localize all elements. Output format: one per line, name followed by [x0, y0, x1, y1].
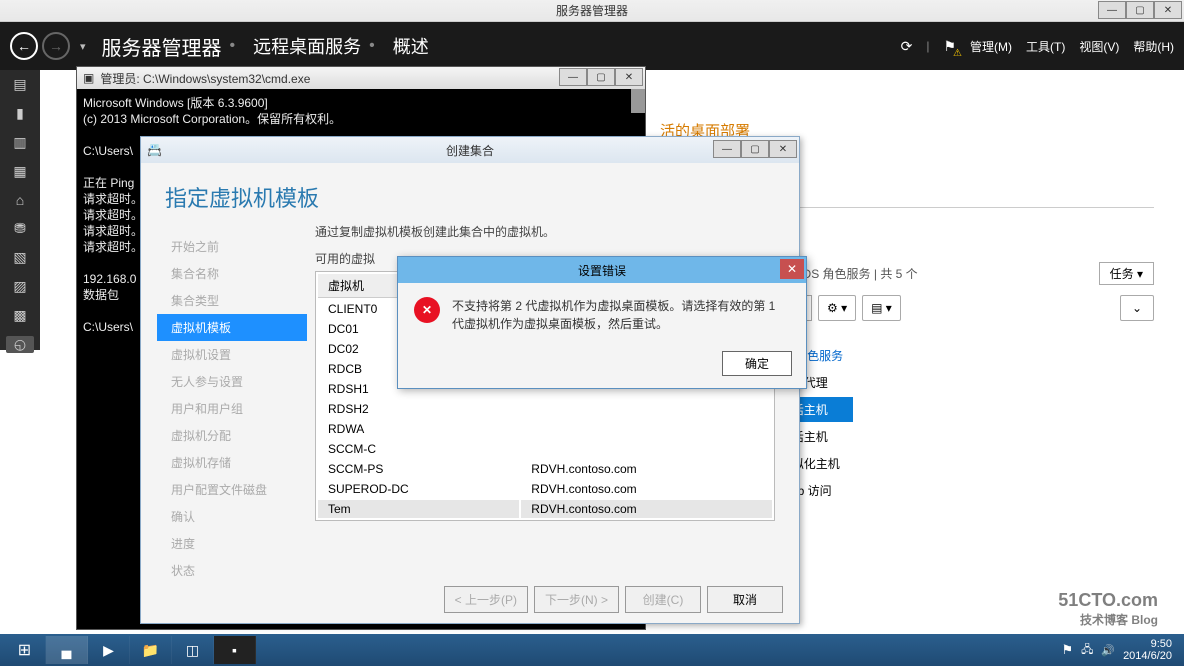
cmd-maximize-button[interactable]: ▢	[587, 68, 615, 86]
taskbar-server-manager[interactable]: ▄	[46, 636, 88, 664]
wizard-step[interactable]: 用户配置文件磁盘	[157, 476, 307, 503]
rail-dashboard-icon[interactable]: ▤	[13, 76, 26, 93]
wizard-step[interactable]: 状态	[157, 557, 307, 584]
vm-row[interactable]: TemRDVH.contoso.com	[318, 500, 772, 518]
vm-row[interactable]: RDWA	[318, 420, 772, 438]
wizard-step[interactable]: 虚拟机设置	[157, 341, 307, 368]
breadcrumb-sep: •	[230, 37, 236, 55]
tray-time: 9:50	[1123, 638, 1172, 650]
filter-dropdown-2[interactable]: ▤ ▾	[862, 295, 901, 321]
cmd-scrollbar-thumb[interactable]	[631, 89, 645, 113]
rail-storage-icon[interactable]: ⛃	[14, 220, 26, 237]
tray-date: 2014/6/20	[1123, 650, 1172, 662]
start-button[interactable]: ⊞	[4, 636, 46, 664]
taskbar-app[interactable]: ◫	[172, 636, 214, 664]
breadcrumb-page[interactable]: 概述	[393, 33, 429, 59]
wizard-title: 创建集合	[446, 142, 494, 159]
nav-back-button[interactable]: ←	[10, 32, 38, 60]
wizard-cancel-button[interactable]: 取消	[707, 586, 783, 613]
wizard-step[interactable]: 虚拟机模板	[157, 314, 307, 341]
cmd-title: 管理员: C:\Windows\system32\cmd.exe	[100, 70, 310, 87]
tray-sound-icon[interactable]: 🔊	[1101, 644, 1115, 657]
rail-rds-icon[interactable]: ▩	[13, 307, 26, 324]
app-window-title: 服务器管理器	[556, 2, 628, 19]
wizard-step-nav: 开始之前集合名称集合类型虚拟机模板虚拟机设置无人参与设置用户和用户组虚拟机分配虚…	[157, 223, 307, 583]
cmd-minimize-button[interactable]: —	[559, 68, 587, 86]
wizard-step[interactable]: 虚拟机存储	[157, 449, 307, 476]
rail-file-services-icon[interactable]: ▦	[13, 163, 26, 180]
error-close-button[interactable]: ✕	[780, 259, 804, 279]
wizard-heading: 指定虚拟机模板	[141, 163, 799, 223]
menu-tools[interactable]: 工具(T)	[1026, 38, 1065, 55]
vm-row[interactable]: SUPEROD-DCRDVH.contoso.com	[318, 480, 772, 498]
wizard-step[interactable]: 无人参与设置	[157, 368, 307, 395]
window-minimize-button[interactable]: —	[1098, 1, 1126, 19]
taskbar-explorer[interactable]: 📁	[130, 636, 172, 664]
wizard-step[interactable]: 确认	[157, 503, 307, 530]
wizard-titlebar[interactable]: 📇 创建集合 — ▢ ✕	[141, 137, 799, 163]
rail-hyperv-icon[interactable]: ▧	[13, 249, 26, 266]
nav-dropdown-icon[interactable]: ▾	[80, 40, 86, 53]
tray-flag-icon[interactable]: ⚑	[1061, 642, 1073, 658]
nav-forward-button[interactable]: →	[42, 32, 70, 60]
tasks-dropdown[interactable]: 任务 ▾	[1099, 262, 1154, 285]
rail-local-server-icon[interactable]: ▮	[16, 105, 24, 122]
error-dialog: 设置错误 ✕ ✕ 不支持将第 2 代虚拟机作为虚拟桌面模板。请选择有效的第 1 …	[397, 256, 807, 389]
taskbar: ⊞ ▄ ▶ 📁 ◫ ▪ ⚑ 🖧 🔊 9:50 2014/6/20	[0, 634, 1184, 666]
wizard-minimize-button[interactable]: —	[713, 140, 741, 158]
system-tray[interactable]: ⚑ 🖧 🔊 9:50 2014/6/20	[1061, 638, 1180, 662]
wizard-step[interactable]: 进度	[157, 530, 307, 557]
app-window-titlebar: 服务器管理器 — ▢ ✕	[0, 0, 1184, 22]
wizard-maximize-button[interactable]: ▢	[741, 140, 769, 158]
vm-row[interactable]: SCCM-PSRDVH.contoso.com	[318, 460, 772, 478]
menu-help[interactable]: 帮助(H)	[1133, 38, 1174, 55]
notifications-flag-icon[interactable]: ⚑	[943, 38, 956, 55]
cmd-line: (c) 2013 Microsoft Corporation。保留所有权利。	[83, 111, 639, 127]
error-icon: ✕	[414, 297, 440, 323]
rail-iis-icon[interactable]: ⌂	[16, 192, 24, 208]
wizard-step[interactable]: 虚拟机分配	[157, 422, 307, 449]
wizard-step[interactable]: 集合名称	[157, 260, 307, 287]
wizard-step[interactable]: 用户和用户组	[157, 395, 307, 422]
vm-row[interactable]: SCCM-C	[318, 440, 772, 458]
rail-rds-overview-icon[interactable]: ◵	[6, 336, 34, 353]
wizard-create-button[interactable]: 创建(C)	[625, 586, 701, 613]
watermark: 51CTO.com 技术博客 Blog	[1058, 590, 1158, 630]
window-close-button[interactable]: ✕	[1154, 1, 1182, 19]
error-ok-button[interactable]: 确定	[722, 351, 792, 376]
menu-manage[interactable]: 管理(M)	[970, 38, 1012, 55]
wizard-description: 通过复制虚拟机模板创建此集合中的虚拟机。	[315, 223, 775, 240]
wizard-next-button[interactable]: 下一步(N) >	[534, 586, 619, 613]
error-title: 设置错误	[578, 262, 626, 279]
taskbar-cmd[interactable]: ▪	[214, 636, 256, 664]
breadcrumb-section[interactable]: 远程桌面服务	[253, 33, 361, 59]
server-manager-header: ← → ▾ 服务器管理器 • 远程桌面服务 • 概述 ⟳ | ⚑ 管理(M) 工…	[0, 22, 1184, 70]
cmd-line: Microsoft Windows [版本 6.3.9600]	[83, 95, 639, 111]
wizard-step[interactable]: 集合类型	[157, 287, 307, 314]
cmd-close-button[interactable]: ✕	[615, 68, 643, 86]
tray-network-icon[interactable]: 🖧	[1081, 641, 1093, 660]
breadcrumb-sep: •	[369, 37, 375, 55]
refresh-icon[interactable]: ⟳	[901, 38, 913, 55]
error-message: 不支持将第 2 代虚拟机作为虚拟桌面模板。请选择有效的第 1 代虚拟机作为虚拟桌…	[452, 297, 790, 333]
window-maximize-button[interactable]: ▢	[1126, 1, 1154, 19]
expand-toggle[interactable]: ⌄	[1120, 295, 1154, 321]
vm-row[interactable]: RDSH2	[318, 400, 772, 418]
taskbar-powershell[interactable]: ▶	[88, 636, 130, 664]
error-titlebar[interactable]: 设置错误 ✕	[398, 257, 806, 283]
filter-dropdown-1[interactable]: ⚙ ▾	[818, 295, 856, 321]
cmd-icon: ▣	[83, 71, 94, 85]
rail-nic-icon[interactable]: ▨	[13, 278, 26, 295]
wizard-step[interactable]: 开始之前	[157, 233, 307, 260]
rail-all-servers-icon[interactable]: ▥	[13, 134, 26, 151]
breadcrumb-app: 服务器管理器	[102, 32, 222, 61]
wizard-icon: 📇	[147, 143, 162, 157]
wizard-close-button[interactable]: ✕	[769, 140, 797, 158]
menu-view[interactable]: 视图(V)	[1079, 38, 1119, 55]
cmd-titlebar[interactable]: ▣ 管理员: C:\Windows\system32\cmd.exe — ▢ ✕	[77, 67, 645, 89]
wizard-prev-button[interactable]: < 上一步(P)	[444, 586, 528, 613]
left-rail: ▤ ▮ ▥ ▦ ⌂ ⛃ ▧ ▨ ▩ ◵	[0, 70, 40, 350]
